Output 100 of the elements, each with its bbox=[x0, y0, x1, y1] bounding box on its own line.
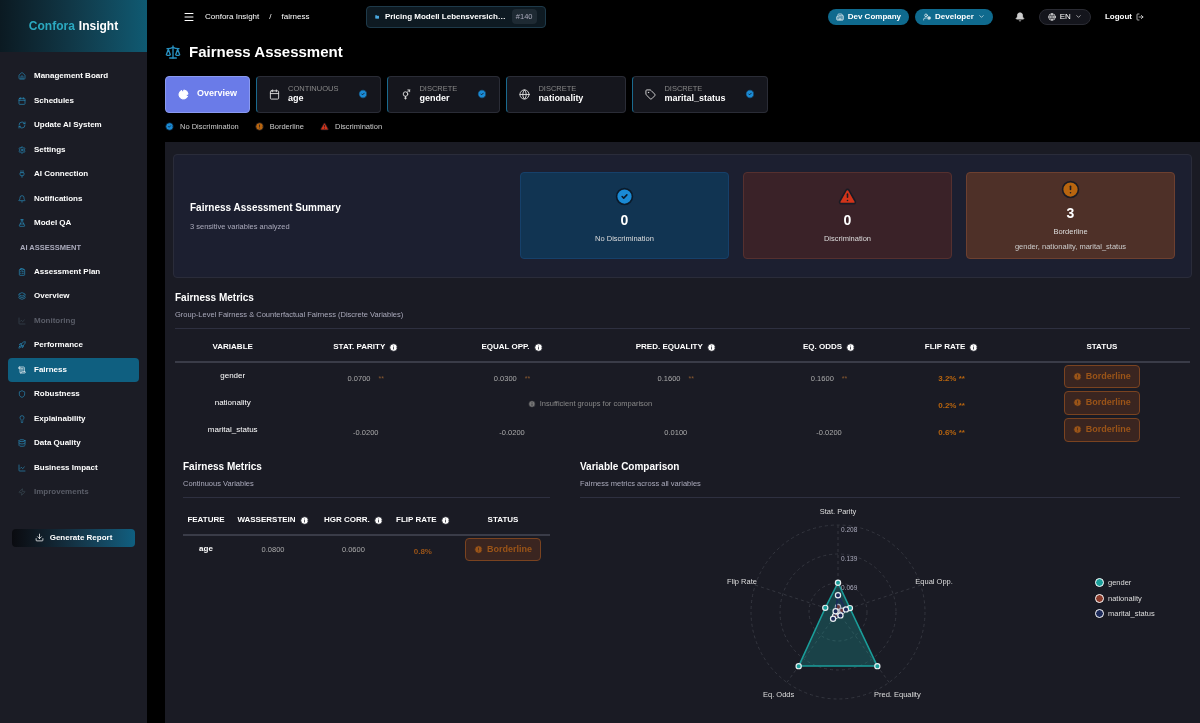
column-header: PRED. EQUALITY bbox=[635, 341, 703, 353]
chevron-down-icon bbox=[1074, 13, 1082, 20]
breadcrumb-item: Confora Insight bbox=[205, 10, 260, 23]
section-title: Variable Comparison bbox=[580, 460, 681, 474]
table-cell-text: nationality bbox=[213, 396, 252, 409]
alert-circle-icon bbox=[254, 121, 264, 131]
brand-name: Confora bbox=[28, 18, 75, 35]
brand-name: Insight bbox=[78, 18, 119, 35]
sidebar-item[interactable]: Business Impact bbox=[8, 455, 139, 480]
alert-circle-icon bbox=[1061, 179, 1080, 199]
layers-icon bbox=[18, 292, 26, 301]
variable-name: marital_status bbox=[664, 93, 726, 105]
sidebar-item[interactable]: Data Quality bbox=[8, 431, 139, 456]
warning-icon bbox=[838, 187, 857, 207]
sidebar-item[interactable]: Explainability bbox=[8, 406, 139, 431]
tag-icon bbox=[645, 88, 657, 100]
summary-count: 0 bbox=[843, 211, 852, 231]
breadcrumb-item: / bbox=[269, 10, 272, 23]
info-icon bbox=[440, 515, 450, 525]
database-icon bbox=[18, 439, 26, 448]
clipboard-icon bbox=[18, 267, 26, 276]
sidebar-item[interactable]: Performance bbox=[8, 333, 139, 358]
flip-rate-value: 0.2% ** bbox=[938, 400, 965, 410]
overview-tab[interactable]: Overview bbox=[165, 75, 251, 113]
sidebar-item[interactable]: Schedules bbox=[8, 88, 139, 113]
status-badge: Borderline bbox=[1063, 364, 1140, 389]
breadcrumb-item: fairness bbox=[281, 10, 310, 23]
column-header: FLIP RATE bbox=[924, 341, 966, 353]
flip-rate-value: 0.8% bbox=[413, 547, 432, 557]
settings-icon bbox=[18, 145, 26, 154]
bolt-icon bbox=[18, 488, 26, 497]
sidebar-item[interactable]: AI Connection bbox=[8, 162, 139, 187]
sidebar-item[interactable]: Fairness bbox=[8, 357, 139, 382]
calendar-icon bbox=[18, 96, 26, 105]
column-header: STATUS bbox=[1086, 341, 1118, 353]
scale-icon bbox=[165, 44, 181, 61]
building-icon bbox=[835, 12, 844, 21]
check-circle-icon bbox=[477, 89, 488, 99]
download-icon bbox=[34, 533, 44, 542]
status-badge: Borderline bbox=[1063, 418, 1140, 442]
table-cell: gender bbox=[175, 362, 291, 389]
check-circle-icon bbox=[358, 89, 369, 99]
page-title: Fairness Assessment bbox=[189, 42, 343, 62]
bell-icon bbox=[18, 194, 26, 203]
globe-icon bbox=[519, 88, 531, 100]
check-circle-icon bbox=[615, 187, 634, 207]
bell-icon[interactable] bbox=[1014, 11, 1025, 22]
calendar-icon bbox=[269, 88, 281, 100]
column-header: EQ. ODDS bbox=[803, 341, 843, 353]
generate-report-button[interactable]: Generate Report bbox=[12, 528, 135, 547]
info-icon bbox=[969, 342, 979, 352]
sidebar-item[interactable]: Settings bbox=[8, 137, 139, 162]
plug-icon bbox=[18, 170, 26, 179]
globe-icon bbox=[1047, 12, 1056, 21]
table-cell: age bbox=[183, 535, 229, 563]
summary-title: Fairness Assessment Summary bbox=[190, 200, 342, 215]
language-dropdown[interactable]: EN bbox=[1038, 8, 1091, 25]
column-header: VARIABLE bbox=[212, 341, 253, 353]
menu-icon[interactable] bbox=[183, 10, 195, 23]
summary-count: 0 bbox=[620, 211, 629, 231]
shield-icon bbox=[18, 390, 26, 399]
info-icon bbox=[533, 342, 543, 352]
pie-chart-icon bbox=[178, 88, 189, 100]
sidebar-item[interactable]: Notifications bbox=[8, 186, 139, 211]
company-badge[interactable]: Dev Company bbox=[827, 8, 910, 25]
info-icon bbox=[527, 399, 536, 408]
sidebar-item[interactable]: Management Board bbox=[8, 64, 139, 89]
column-header: EQUAL OPP. bbox=[481, 341, 530, 353]
column-header: WASSERSTEIN bbox=[237, 514, 296, 527]
scroll-icon bbox=[18, 365, 26, 374]
sidebar-item[interactable]: Model QA bbox=[8, 211, 139, 236]
variable-name: age bbox=[288, 93, 304, 105]
logout-link[interactable]: Logout bbox=[1104, 10, 1144, 23]
column-header: FEATURE bbox=[187, 514, 225, 527]
info-icon bbox=[389, 342, 399, 352]
lightbulb-icon bbox=[18, 414, 26, 423]
column-header: STATUS bbox=[487, 514, 519, 527]
variable-name: gender bbox=[419, 93, 450, 105]
logout-icon bbox=[1136, 12, 1144, 21]
user-icon bbox=[923, 12, 932, 21]
flip-rate-value: 3.2% ** bbox=[938, 374, 965, 383]
info-icon bbox=[846, 342, 856, 352]
flip-rate-value: 0.6% ** bbox=[938, 427, 965, 437]
section-title: Fairness Metrics bbox=[175, 290, 255, 305]
table-cell-text: marital_status bbox=[206, 423, 259, 436]
refresh-icon bbox=[18, 121, 26, 130]
sidebar-item[interactable]: Overview bbox=[8, 284, 139, 309]
warning-icon bbox=[319, 121, 329, 131]
info-icon bbox=[706, 342, 716, 352]
sidebar-item[interactable]: Robustness bbox=[8, 382, 139, 407]
sidebar-item[interactable]: Update AI System bbox=[8, 113, 139, 138]
role-dropdown[interactable]: Developer bbox=[915, 8, 993, 25]
chevron-down-icon bbox=[977, 13, 985, 20]
sidebar-item[interactable]: Assessment Plan bbox=[8, 259, 139, 284]
folder-icon bbox=[374, 12, 379, 21]
column-header: STAT. PARITY bbox=[333, 341, 386, 353]
flask-icon bbox=[18, 219, 26, 228]
home-icon bbox=[18, 72, 26, 81]
column-header: HGR CORR. bbox=[324, 514, 370, 527]
check-circle-icon bbox=[165, 121, 174, 131]
